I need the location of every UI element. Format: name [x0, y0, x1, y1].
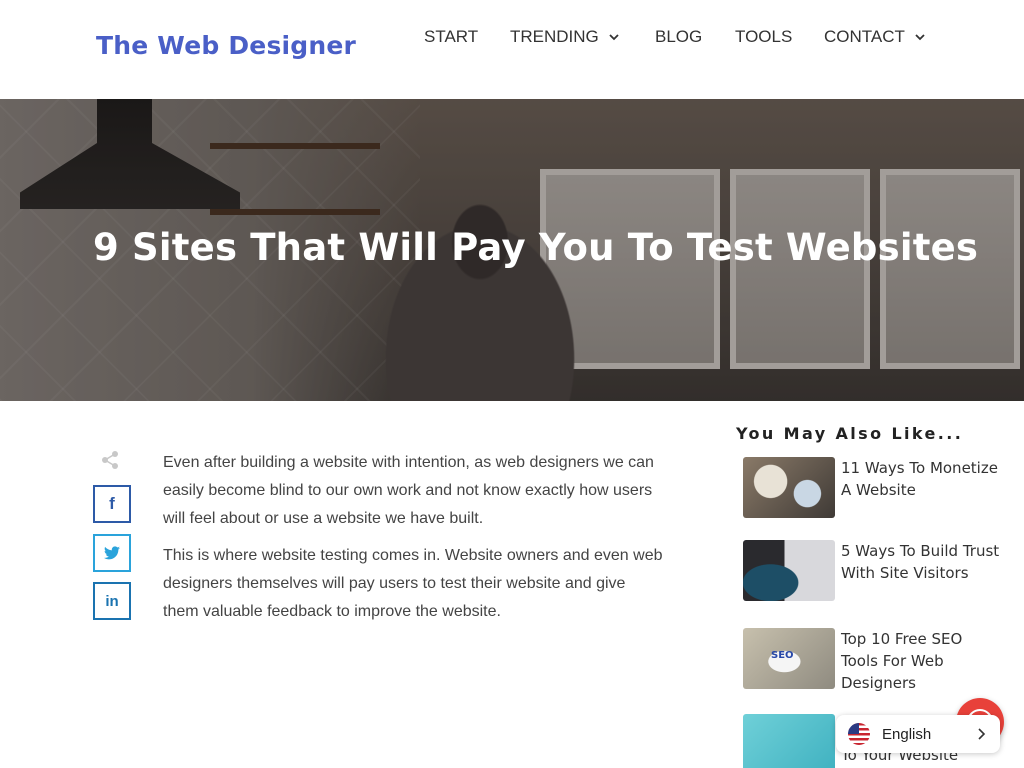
related-post-item[interactable]: 5 Ways To Build Trust With Site Visitors — [743, 540, 1003, 601]
facebook-icon: f — [109, 494, 115, 513]
nav-contact-label: CONTACT — [824, 27, 905, 46]
nav-blog[interactable]: BLOG — [655, 27, 702, 47]
related-post-thumbnail[interactable] — [743, 714, 835, 768]
chevron-down-icon — [609, 34, 619, 41]
site-header: The Web Designer START TRENDING BLOG TOO… — [0, 0, 1024, 99]
share-twitter-button[interactable] — [93, 534, 131, 572]
related-posts-heading: You May Also Like... — [736, 424, 964, 443]
site-logo[interactable]: The Web Designer — [96, 31, 356, 60]
share-facebook-button[interactable]: f — [93, 485, 131, 523]
related-post-title[interactable]: 11 Ways To Monetize A Website — [841, 457, 1003, 518]
related-post-thumbnail[interactable]: SEO — [743, 628, 835, 689]
article-body: Even after building a website with inten… — [163, 449, 663, 635]
nav-blog-label: BLOG — [655, 27, 703, 46]
related-post-thumbnail[interactable] — [743, 540, 835, 601]
us-flag-icon — [848, 723, 870, 745]
article-paragraph: Even after building a website with inten… — [163, 454, 654, 527]
language-label: English — [882, 725, 932, 743]
share-linkedin-button[interactable]: in — [93, 582, 131, 620]
related-post-thumbnail[interactable] — [743, 457, 835, 518]
nav-tools[interactable]: TOOLS — [735, 27, 792, 47]
page-title: 9 Sites That Will Pay You To Test Websit… — [93, 226, 979, 269]
nav-contact[interactable]: CONTACT — [824, 27, 926, 47]
article-paragraph: This is where website testing comes in. … — [163, 547, 663, 620]
nav-trending-label: TRENDING — [510, 27, 599, 46]
related-post-item[interactable]: 11 Ways To Monetize A Website — [743, 457, 1003, 518]
related-post-title[interactable]: Top 10 Free SEO Tools For Web Designers — [841, 628, 1003, 694]
nav-tools-label: TOOLS — [735, 27, 793, 46]
chevron-down-icon — [915, 34, 925, 41]
linkedin-icon: in — [105, 592, 119, 610]
share-icon — [102, 451, 118, 469]
related-post-title[interactable]: 5 Ways To Build Trust With Site Visitors — [841, 540, 1003, 601]
twitter-icon — [104, 546, 120, 560]
thumbnail-seo-text: SEO — [771, 650, 794, 661]
nav-start-label: START — [424, 27, 479, 46]
language-switcher[interactable]: English — [836, 715, 1000, 753]
nav-start[interactable]: START — [424, 27, 478, 47]
nav-trending[interactable]: TRENDING — [510, 27, 620, 47]
related-post-item[interactable]: SEO Top 10 Free SEO Tools For Web Design… — [743, 628, 1003, 694]
chevron-right-icon — [978, 728, 986, 740]
